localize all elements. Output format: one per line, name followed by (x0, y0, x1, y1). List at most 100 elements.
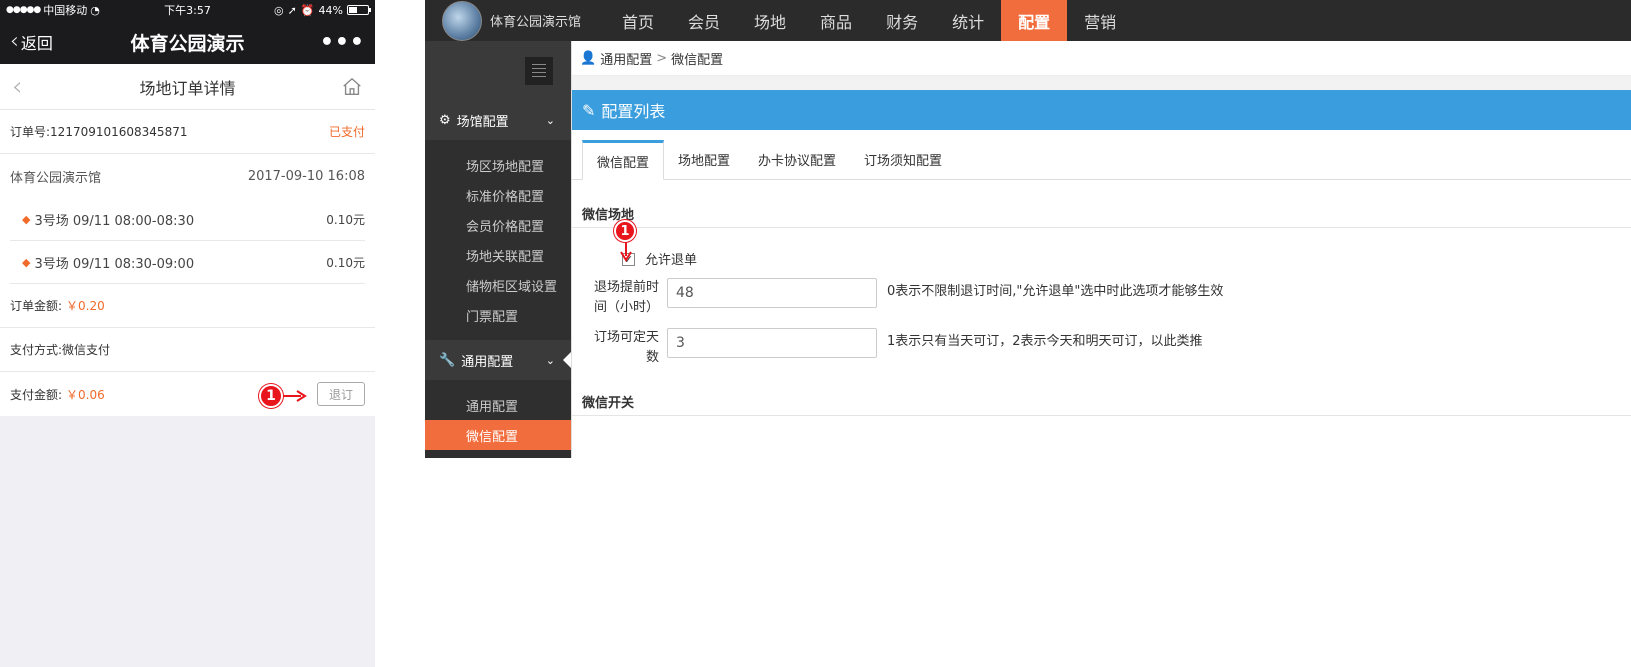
back-button[interactable]: ‹ 返回 (10, 30, 53, 54)
annotation-badge: 1 (614, 220, 636, 242)
chevron-down-icon: ⌄ (545, 113, 555, 127)
menu-item-finance[interactable]: 财务 (869, 0, 935, 41)
venue-name: 体育公园演示馆 (10, 170, 102, 186)
sidebar-item-active[interactable]: 微信配置 (425, 420, 571, 450)
menu-item-config[interactable]: 配置 (1001, 0, 1068, 41)
breadcrumb: 👤 通用配置 > 微信配置 (572, 41, 1631, 76)
field-help: 0表示不限制退订时间,"允许退单"选中时此选项才能够生效 (887, 284, 1224, 299)
venue-row: 体育公园演示馆 2017-09-10 16:08 (0, 154, 375, 198)
allow-refund-row: ✓ 允许退单 1 (572, 220, 1631, 268)
sidebar-item[interactable]: 门票配置 (425, 300, 571, 330)
menu-item-products[interactable]: 商品 (803, 0, 869, 41)
brand-name: 体育公园演示馆 (490, 15, 582, 30)
sidebar-item[interactable]: 标准价格配置 (425, 180, 571, 210)
order-card: 订单号: 121709101608345871 已支付 体育公园演示馆 2017… (0, 110, 375, 416)
order-number: 121709101608345871 (50, 124, 188, 139)
admin-screen: 体育公园演示馆 首页 会员 场地 商品 财务 统计 配置 营销 ⚙ 场馆配置 ⌄… (425, 0, 1631, 458)
pay-method: 微信支付 (62, 343, 111, 357)
back-arrow-icon[interactable]: ‹ (12, 72, 22, 102)
page-title: 场地订单详情 (139, 78, 236, 98)
sidebar-item[interactable]: 储物柜区域设置 (425, 270, 571, 300)
pay-method-row: 支付方式: 微信支付 (0, 328, 375, 372)
panel-title: 配置列表 (601, 102, 666, 121)
panel-header: ✎ 配置列表 (572, 90, 1631, 130)
item-desc: 3号场 09/11 08:30-09:00 (34, 256, 195, 272)
menu-item-venues[interactable]: 场地 (737, 0, 803, 41)
sidebar-group-venue-config[interactable]: ⚙ 场馆配置 ⌄ (425, 100, 571, 140)
sidebar-item[interactable]: 场区场地配置 (425, 150, 571, 180)
sidebar-item[interactable]: 会员价格配置 (425, 210, 571, 240)
list-item: ◆ 3号场 09/11 08:00-08:30 0.10元 (10, 198, 365, 241)
paid-amount-label: 支付金额: (10, 387, 63, 402)
section-title-wechat-venue: 微信场地 (572, 200, 1631, 228)
field-label: 订场可定天数 (593, 330, 659, 365)
item-price: 0.10元 (326, 212, 365, 227)
ticket-icon: ◆ (22, 255, 31, 269)
tab-card-agreement[interactable]: 办卡协议配置 (744, 139, 850, 179)
edit-icon: ✎ (582, 100, 596, 120)
order-amount-row: 订单金额: ￥0.20 (0, 284, 375, 328)
hamburger-icon[interactable] (525, 56, 553, 85)
menu-item-marketing[interactable]: 营销 (1067, 0, 1133, 41)
order-number-row: 订单号: 121709101608345871 已支付 (0, 110, 375, 154)
order-datetime: 2017-09-10 16:08 (247, 168, 365, 184)
sidebar-item[interactable]: 通用配置 (425, 390, 571, 420)
bookable-days-input[interactable]: 3 (667, 328, 877, 358)
field-label: 退场提前时间（小时） (593, 280, 659, 315)
annotation-badge: 1 (259, 384, 283, 408)
menu-item-stats[interactable]: 统计 (935, 0, 1001, 41)
chevron-left-icon: ‹ (10, 29, 19, 54)
paid-amount-row: 支付金额: ￥0.06 退订 (0, 372, 375, 416)
home-icon[interactable] (341, 76, 363, 98)
back-label: 返回 (20, 34, 53, 53)
more-button[interactable]: ••• (320, 30, 365, 55)
sidebar: ⚙ 场馆配置 ⌄ 场区场地配置 标准价格配置 会员价格配置 场地关联配置 储物柜… (425, 41, 571, 458)
sidebar-group1-items: 场区场地配置 标准价格配置 会员价格配置 场地关联配置 储物柜区域设置 门票配置 (425, 140, 571, 340)
refund-button[interactable]: 退订 (317, 382, 365, 406)
tab-booking-notice[interactable]: 订场须知配置 (850, 139, 956, 179)
sidebar-group-label: 场馆配置 (456, 114, 509, 130)
breadcrumb-root[interactable]: 通用配置 (600, 49, 652, 68)
sidebar-item[interactable]: 场地关联配置 (425, 240, 571, 270)
chevron-down-icon: ⌄ (545, 353, 555, 367)
ticket-icon: ◆ (22, 212, 31, 226)
tab-wechat-config[interactable]: 微信配置 (582, 140, 665, 180)
order-amount-label: 订单金额: (10, 299, 63, 313)
order-number-label: 订单号: (10, 125, 51, 139)
menu-item-members[interactable]: 会员 (671, 0, 737, 41)
sidebar-toggle-wrap (425, 41, 571, 100)
order-status-badge: 已支付 (328, 125, 365, 139)
order-amount: ￥0.20 (66, 299, 105, 313)
breadcrumb-current: 微信配置 (671, 52, 724, 68)
sidebar-group-general-config[interactable]: 🔧 通用配置 ⌄ (425, 340, 571, 380)
paid-amount: ￥0.06 (66, 387, 105, 402)
section-title-wechat-switch: 微信开关 (572, 388, 1631, 416)
sidebar-group-label: 通用配置 (461, 354, 514, 370)
form-row-bookable-days: 订场可定天数 3 1表示只有当天可订，2表示今天和明天可订，以此类推 (572, 328, 1631, 368)
refund-hours-input[interactable]: 48 (667, 278, 877, 308)
nav-title: 体育公园演示 (130, 32, 245, 55)
user-icon: 👤 (580, 50, 597, 66)
menu-item-home[interactable]: 首页 (605, 0, 671, 41)
tab-venue-config[interactable]: 场地配置 (664, 139, 744, 179)
cogs-icon: ⚙ (439, 112, 451, 128)
page-header: ‹ 场地订单详情 (0, 64, 375, 110)
mobile-screen: ●●●●● 中国移动 ◔ 下午3:57 ◎ ➚ ⏰ 44% ‹ 返回 体育公园演… (0, 0, 375, 667)
main-menu: 首页 会员 场地 商品 财务 统计 配置 营销 (605, 0, 1133, 41)
status-time: 下午3:57 (164, 4, 211, 17)
breadcrumb-separator: > (656, 50, 668, 66)
battery-icon (347, 5, 371, 15)
arrow-right-icon (283, 390, 307, 402)
arrow-down-icon (620, 242, 632, 262)
item-price: 0.10元 (326, 255, 365, 270)
brand[interactable]: 体育公园演示馆 (425, 0, 605, 41)
wrench-icon: 🔧 (439, 352, 456, 368)
tab-bar: 微信配置 场地配置 办卡协议配置 订场须知配置 (572, 140, 1631, 180)
venue-logo (442, 0, 482, 41)
top-navbar: 体育公园演示馆 首页 会员 场地 商品 财务 统计 配置 营销 (425, 0, 1631, 41)
spacer (572, 76, 1631, 90)
form-row-refund-hours: 退场提前时间（小时） 48 0表示不限制退订时间,"允许退单"选中时此选项才能够… (572, 278, 1631, 318)
sidebar-group2-items: 通用配置 微信配置 (425, 380, 571, 458)
status-bar: ●●●●● 中国移动 ◔ 下午3:57 ◎ ➚ ⏰ 44% (0, 0, 375, 20)
allow-refund-label: 允许退单 (645, 253, 698, 268)
